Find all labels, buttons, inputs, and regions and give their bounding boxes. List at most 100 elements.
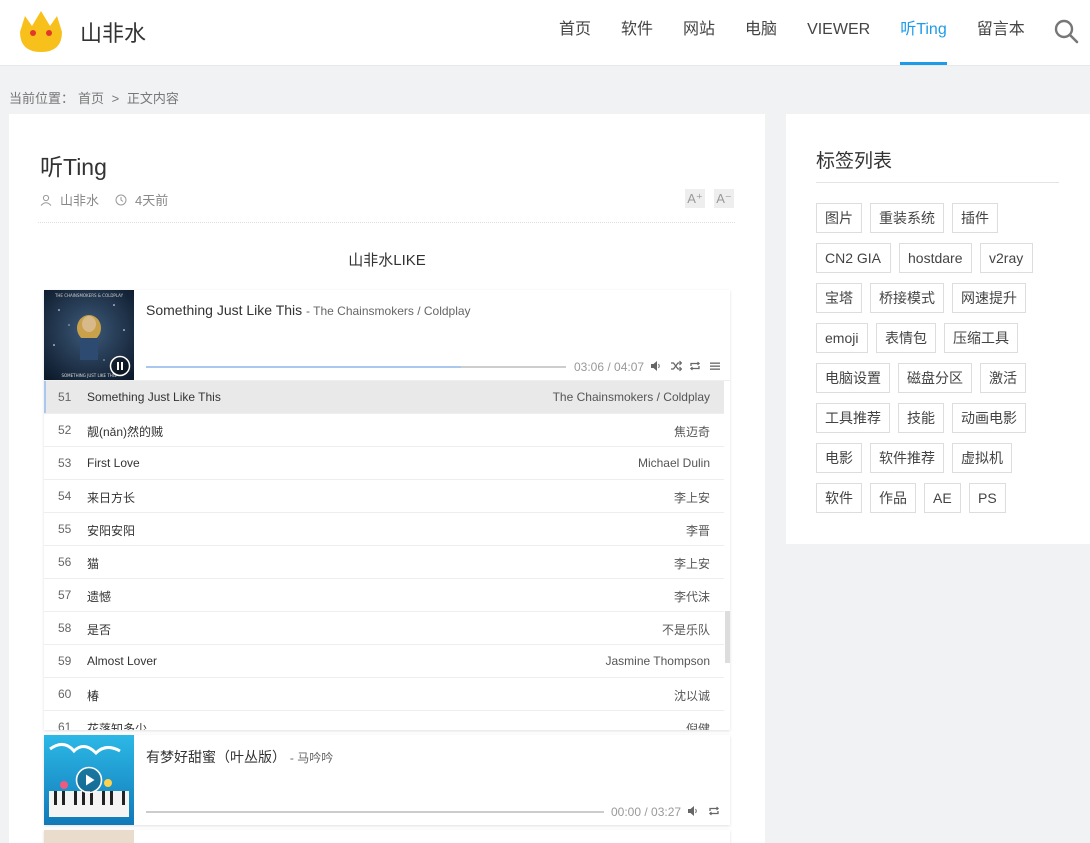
playlist-artist: 焦迈奇 <box>673 425 710 439</box>
font-increase-button[interactable]: A⁺ <box>685 189 705 208</box>
playlist-title: 安阳安阳 <box>87 524 136 538</box>
playlist-row[interactable]: 56 猫 李上安 <box>44 546 724 579</box>
site-name[interactable]: 山非水 <box>80 16 146 48</box>
playlist-artist: 沈以诚 <box>673 689 710 703</box>
breadcrumb-current: 正文内容 <box>126 91 179 106</box>
playlist-row[interactable]: 59 Almost Lover Jasmine Thompson <box>44 645 724 678</box>
breadcrumb-label: 当前位置： <box>9 91 75 106</box>
playlist-index: 56 <box>58 555 72 569</box>
playlist-row[interactable]: 53 First Love Michael Dulin <box>44 447 724 480</box>
tag-chip[interactable]: AE <box>924 483 961 513</box>
user-icon <box>40 194 52 206</box>
nav-item[interactable]: 电脑 <box>730 0 792 66</box>
playlist-row[interactable]: 57 遗憾 李代沫 <box>44 579 724 612</box>
tag-chip[interactable]: 软件 <box>816 483 862 513</box>
playlist-index: 53 <box>58 456 72 470</box>
tag-chip[interactable]: 软件推荐 <box>870 443 944 473</box>
playlist-title: 椿 <box>87 689 100 703</box>
post-time: 4天前 <box>135 193 169 208</box>
playlist-row[interactable]: 51 Something Just Like This The Chainsmoke… <box>44 381 724 414</box>
font-decrease-button[interactable]: A⁻ <box>714 189 734 208</box>
now-playing-info: 有梦好甜蜜（叶丛版） - 马吟吟 <box>146 747 333 767</box>
nav-item[interactable]: 软件 <box>606 0 668 66</box>
playlist-title: 是否 <box>87 623 112 637</box>
playlist-index: 59 <box>58 654 72 668</box>
tag-chip[interactable]: 激活 <box>980 363 1026 393</box>
tag-chip[interactable]: CN2 GIA <box>816 243 891 273</box>
tag-chip[interactable]: 工具推荐 <box>816 403 890 433</box>
tag-chip[interactable]: 电影 <box>816 443 862 473</box>
post-author[interactable]: 山非水 <box>60 190 99 209</box>
tag-chip[interactable]: 图片 <box>816 203 862 233</box>
playlist-row[interactable]: 61 花落知多少 倪健 <box>44 711 724 730</box>
sidebar-title: 标签列表 <box>816 151 893 172</box>
nav-item[interactable]: 听Ting <box>885 0 962 66</box>
playlist-artist: 李代沫 <box>673 590 710 604</box>
clock-icon <box>115 194 127 205</box>
volume-icon[interactable] <box>650 360 662 372</box>
tag-chip[interactable]: 虚拟机 <box>952 443 1012 473</box>
pause-icon[interactable] <box>109 355 131 377</box>
volume-icon[interactable] <box>687 805 699 817</box>
logo-icon[interactable] <box>16 8 66 54</box>
tag-chip[interactable]: 网速提升 <box>952 283 1026 313</box>
playlist-row[interactable]: 54 来日方长 李上安 <box>44 480 724 513</box>
progress-bar[interactable] <box>146 811 604 813</box>
time-display: 03:06 / 04:07 <box>574 360 645 374</box>
album-cover[interactable] <box>44 830 134 843</box>
album-cover[interactable] <box>44 735 134 825</box>
search-icon[interactable] <box>1053 18 1079 44</box>
tag-chip[interactable]: PS <box>969 483 1006 513</box>
playlist-title: First Love <box>87 456 140 470</box>
breadcrumb: 当前位置： 首页 > 正文内容 <box>9 88 183 107</box>
tag-chip[interactable]: 插件 <box>952 203 998 233</box>
tag-chip[interactable]: 动画电影 <box>952 403 1026 433</box>
tag-chip[interactable]: 重装系统 <box>870 203 944 233</box>
tag-chip[interactable]: emoji <box>816 323 868 353</box>
playlist-index: 52 <box>58 423 72 437</box>
loop-icon[interactable] <box>689 360 701 372</box>
song-artist: - 马吟吟 <box>289 751 334 765</box>
music-player-2: 有梦好甜蜜（叶丛版） - 马吟吟 00:00 / 03:27 <box>44 735 730 825</box>
breadcrumb-home-link[interactable]: 首页 <box>78 91 104 106</box>
tag-chip[interactable]: 宝塔 <box>816 283 862 313</box>
sidebar-tags: 标签列表 图片 重装系统 插件 CN2 GIA hostdare v2ray 宝塔 桥接模式网… <box>786 114 1090 544</box>
playlist-scrollbar[interactable] <box>725 611 730 663</box>
tag-chip[interactable]: 电脑设置 <box>816 363 890 393</box>
play-icon[interactable] <box>75 766 103 794</box>
playlist-title: 遗憾 <box>87 590 112 604</box>
playlist-row[interactable]: 55 安阳安阳 李晋 <box>44 513 724 546</box>
progress-bar[interactable] <box>146 366 566 368</box>
nav-item[interactable]: 留言本 <box>962 0 1040 66</box>
playlist-artist: Michael Dulin <box>637 456 710 470</box>
playlist-row[interactable]: 52 靓(nǎn)然的贼 焦迈奇 <box>44 414 724 447</box>
playlist-title: 来日方长 <box>87 491 136 505</box>
playlist-index: 54 <box>58 489 72 503</box>
nav-item[interactable]: VIEWER <box>792 0 885 66</box>
tag-chip[interactable]: 技能 <box>898 403 944 433</box>
tag-chip[interactable]: 压缩工具 <box>944 323 1018 353</box>
playlist-artist: 李晋 <box>685 524 710 538</box>
song-title: 有梦好甜蜜（叶丛版） <box>146 749 286 765</box>
nav-item[interactable]: 首页 <box>544 0 606 66</box>
shuffle-icon[interactable] <box>670 360 682 372</box>
playlist-title: 靓(nǎn)然的贼 <box>87 425 164 439</box>
tag-chip[interactable]: 表情包 <box>876 323 936 353</box>
playlist-heading: 山非水LIKE <box>348 252 426 269</box>
playlist-row[interactable]: 60 椿 沈以诚 <box>44 678 724 711</box>
playlist-artist: 倪健 <box>685 722 710 730</box>
tag-chip[interactable]: v2ray <box>980 243 1033 273</box>
playlist-artist: 李上安 <box>673 491 710 505</box>
loop-icon[interactable] <box>708 805 720 817</box>
tag-chip[interactable]: hostdare <box>899 243 972 273</box>
tag-chip[interactable]: 磁盘分区 <box>898 363 972 393</box>
menu-icon[interactable] <box>709 360 721 372</box>
tag-chip[interactable]: 作品 <box>870 483 916 513</box>
svg-text:THE CHAINSMOKERS & COLDPLAY: THE CHAINSMOKERS & COLDPLAY <box>54 293 124 298</box>
album-cover[interactable]: THE CHAINSMOKERS & COLDPLAY SOMETHING JU… <box>44 290 134 380</box>
progress-bar-played <box>146 366 461 368</box>
nav-item[interactable]: 网站 <box>668 0 730 66</box>
tag-chip[interactable]: 桥接模式 <box>870 283 944 313</box>
playlist-row[interactable]: 58 是否 不是乐队 <box>44 612 724 645</box>
playlist-title: Almost Lover <box>87 654 158 668</box>
